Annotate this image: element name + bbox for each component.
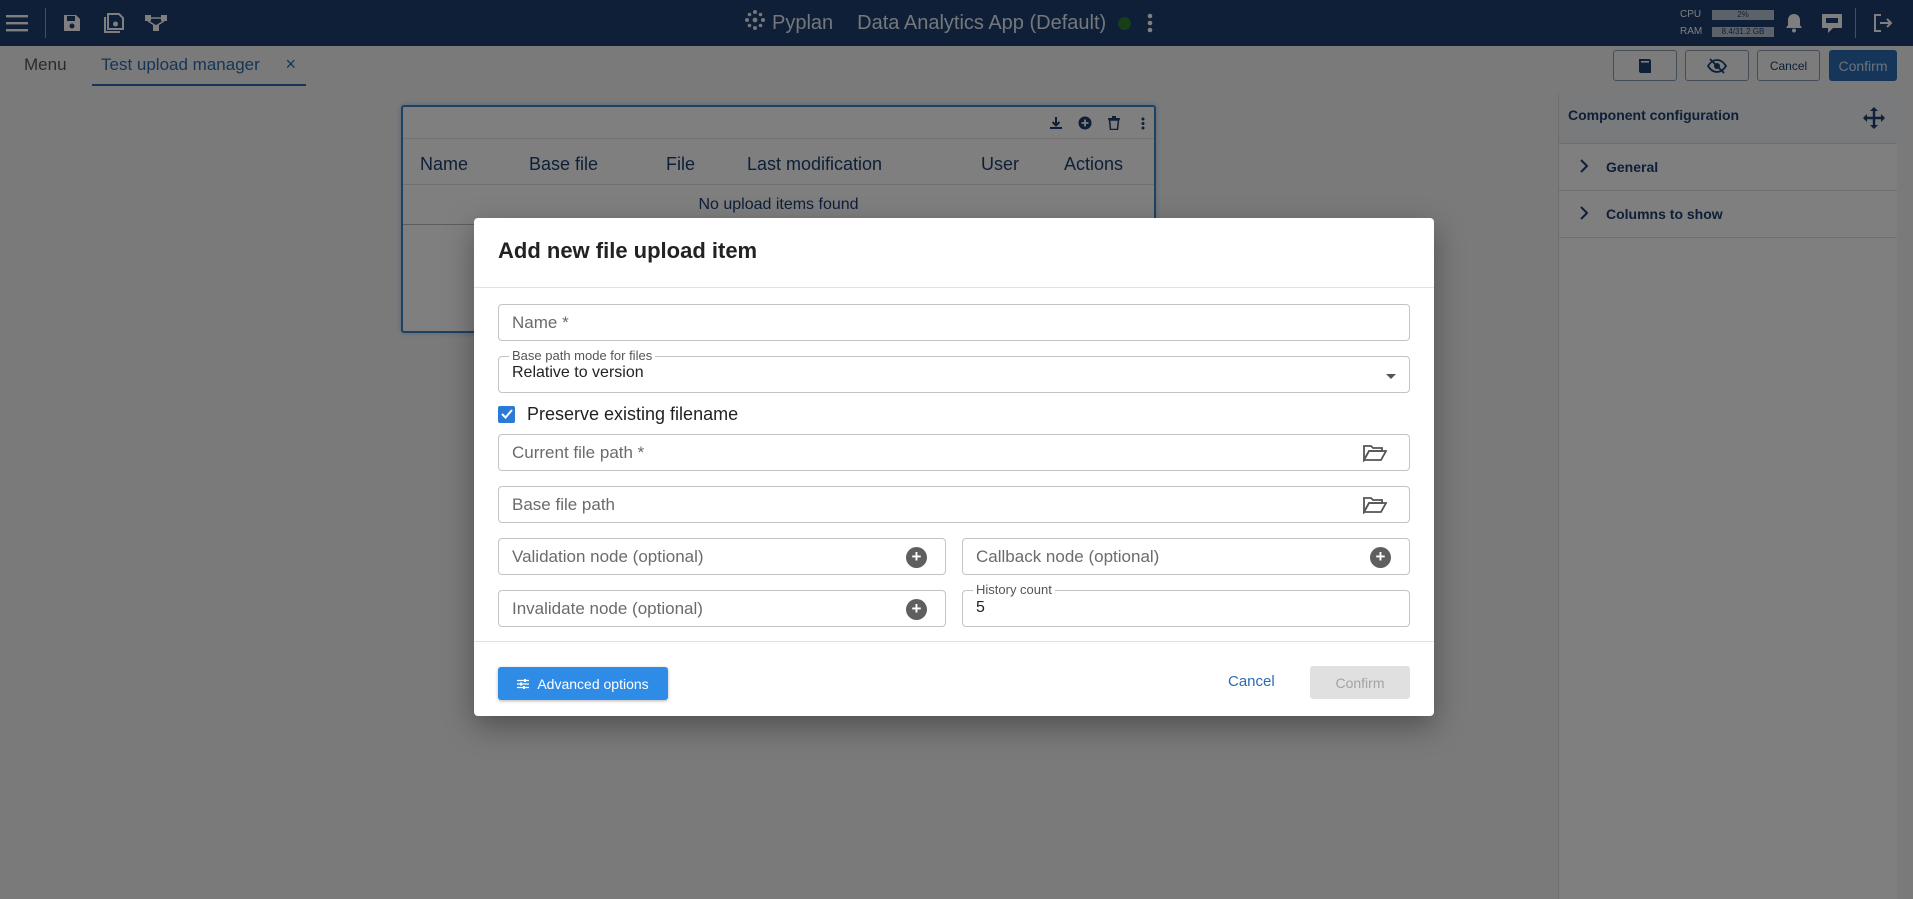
add-node-icon[interactable]: + — [906, 547, 927, 568]
advanced-options-button[interactable]: Advanced options — [498, 667, 668, 700]
base-file-placeholder: Base file path — [512, 495, 616, 514]
base-file-path-field[interactable]: Base file path — [498, 486, 1410, 523]
folder-open-icon[interactable] — [1363, 495, 1387, 515]
advanced-options-label: Advanced options — [537, 675, 649, 692]
invalidate-node-field[interactable]: Invalidate node (optional) + — [498, 590, 946, 627]
preserve-filename-label: Preserve existing filename — [527, 403, 739, 424]
cancel-button[interactable]: Cancel — [1228, 673, 1275, 690]
base-path-value: Relative to version — [512, 364, 644, 381]
validation-node-field[interactable]: Validation node (optional) + — [498, 538, 946, 575]
history-count-value: 5 — [976, 599, 985, 616]
add-node-icon[interactable]: + — [1370, 547, 1391, 568]
base-path-label: Base path mode for files — [509, 348, 656, 363]
history-count-label: History count — [973, 582, 1055, 597]
name-field[interactable]: Name * — [498, 304, 1410, 341]
current-file-path-field[interactable]: Current file path * — [498, 434, 1410, 471]
history-count-field[interactable]: History count 5 — [962, 582, 1410, 627]
sliders-icon — [517, 678, 530, 689]
preserve-filename-checkbox[interactable] — [498, 405, 515, 423]
base-path-mode-select[interactable]: Base path mode for files Relative to ver… — [498, 348, 1410, 393]
callback-node-field[interactable]: Callback node (optional) + — [962, 538, 1410, 575]
name-placeholder: Name * — [512, 313, 569, 332]
check-icon — [500, 409, 513, 419]
preserve-filename-row[interactable]: Preserve existing filename — [498, 402, 738, 426]
dialog-title: Add new file upload item — [498, 238, 758, 263]
folder-open-icon[interactable] — [1363, 443, 1387, 463]
confirm-button[interactable]: Confirm — [1310, 666, 1410, 699]
invalidate-placeholder: Invalidate node (optional) — [512, 599, 703, 618]
divider — [474, 641, 1434, 642]
dropdown-arrow-icon — [1379, 367, 1403, 387]
add-node-icon[interactable]: + — [906, 599, 927, 620]
add-upload-item-dialog: Add new file upload item Name * Base pat… — [474, 218, 1434, 716]
current-file-placeholder: Current file path * — [512, 443, 645, 462]
validation-placeholder: Validation node (optional) — [512, 547, 704, 566]
divider — [474, 287, 1434, 288]
callback-placeholder: Callback node (optional) — [976, 547, 1160, 566]
